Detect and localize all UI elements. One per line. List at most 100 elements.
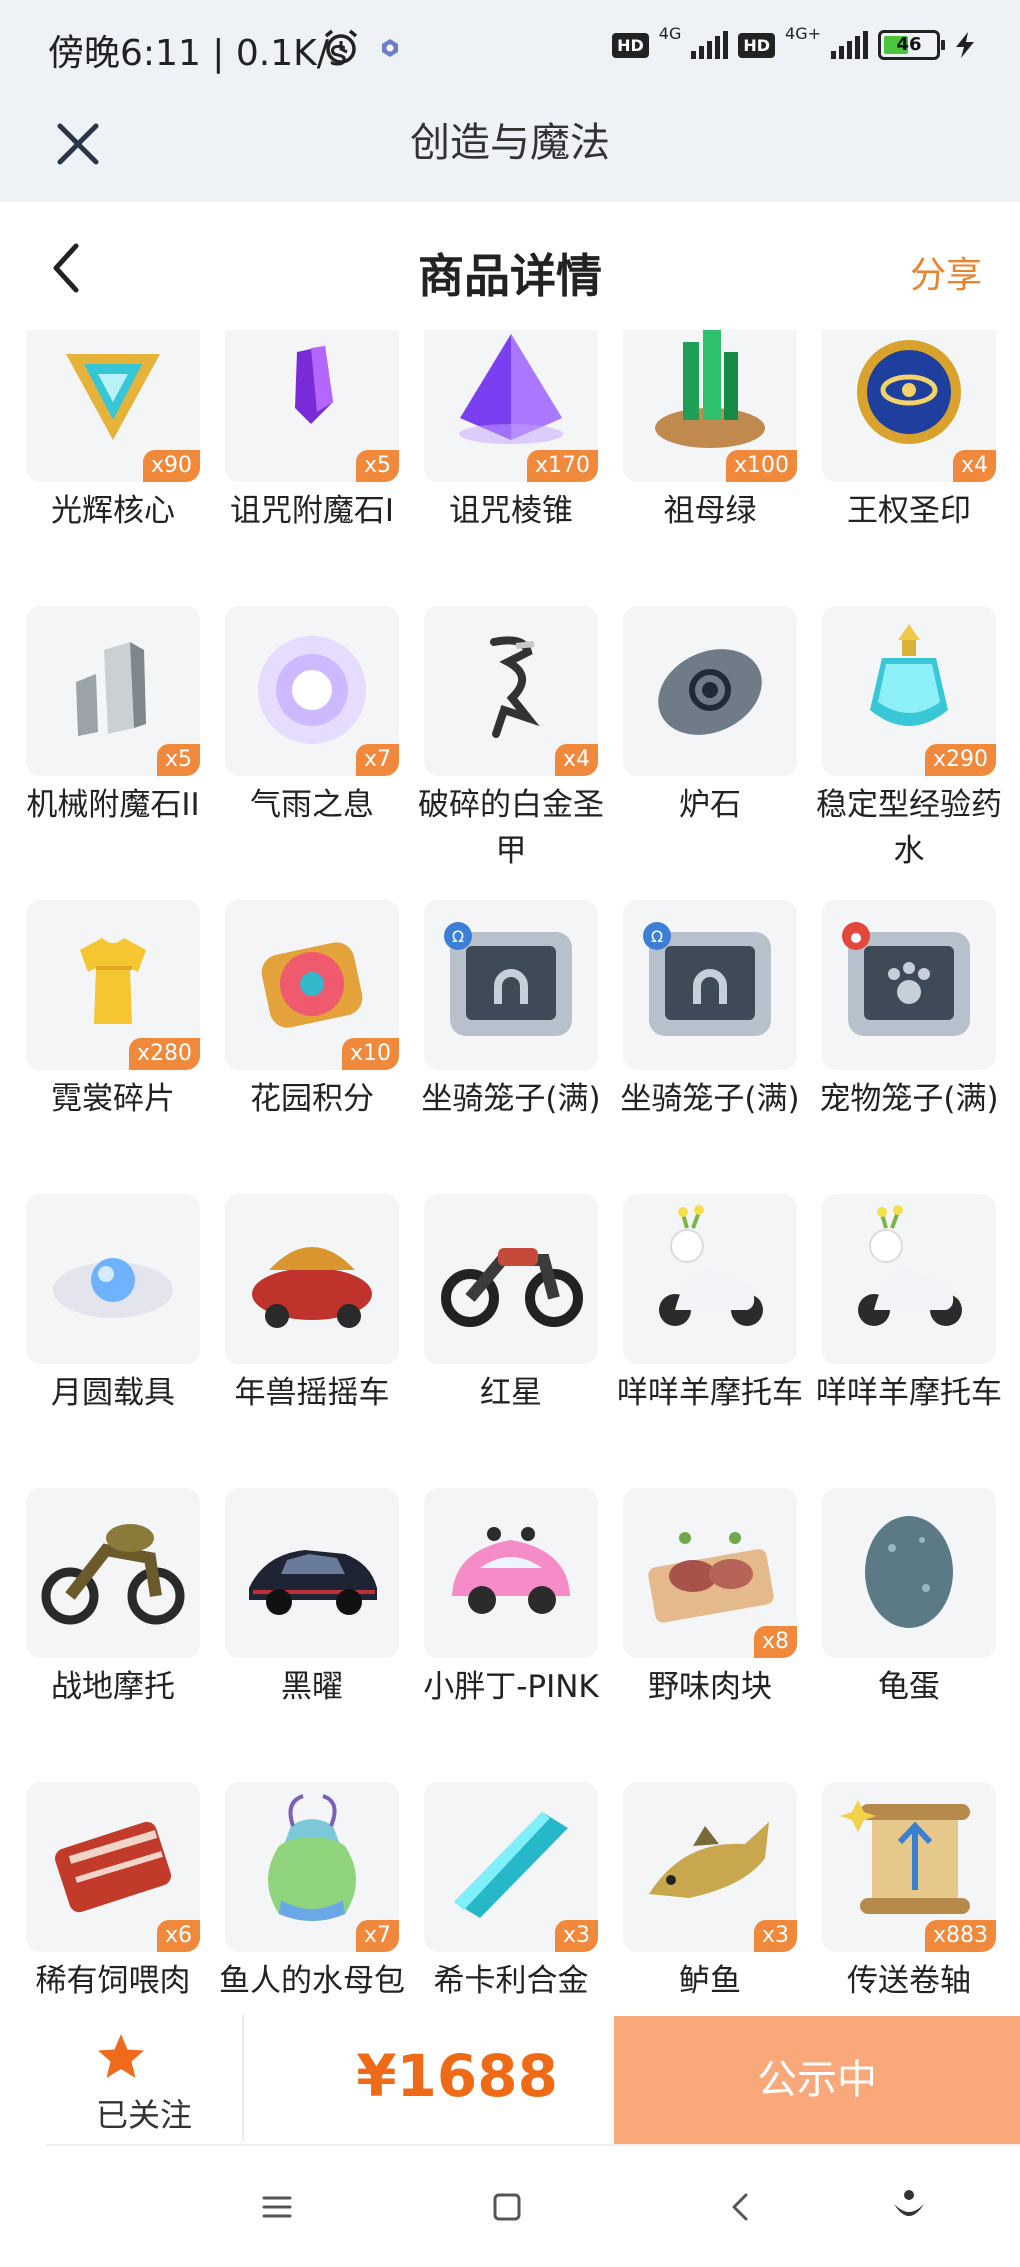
home-square-icon[interactable]	[484, 2184, 530, 2230]
quantity-badge: x883	[924, 1920, 996, 1952]
network-type-2: 4G+	[785, 24, 821, 43]
app-notification-icon	[382, 39, 398, 57]
item-grid-viewport[interactable]: x90 光辉核心 x5 诅咒附魔石I x170 诅咒棱锥 x100 祖母绿 x4 王权圣印 x5 机械…	[0, 330, 1020, 2010]
item-card[interactable]: x3 鲈鱼	[623, 1782, 797, 2010]
item-card[interactable]: 月圆载具	[26, 1194, 200, 1488]
item-card[interactable]: 黑曜	[225, 1488, 399, 1782]
item-card[interactable]: 战地摩托	[26, 1488, 200, 1782]
item-card[interactable]: x8 野味肉块	[623, 1488, 797, 1782]
red-star-motorcycle-icon	[441, 1248, 583, 1327]
item-thumbnail	[26, 1194, 200, 1364]
item-name: 月圆载具	[51, 1375, 175, 1411]
item-name: 年兽摇摇车	[234, 1375, 390, 1411]
item-card[interactable]: x3 希卡利合金	[424, 1782, 598, 2010]
nav-back-icon[interactable]	[718, 2184, 764, 2230]
item-thumbnail: x10	[225, 900, 399, 1070]
menu-icon[interactable]	[254, 2184, 300, 2230]
quantity-badge: x4	[554, 744, 598, 776]
nian-beast-car-icon	[252, 1247, 372, 1328]
quantity-badge: x5	[355, 450, 399, 482]
app-title: 创造与魔法	[410, 120, 610, 166]
public-notice-button[interactable]: 公示中	[614, 2016, 1020, 2144]
item-name: 花园积分	[250, 1081, 374, 1117]
share-button[interactable]: 分享	[910, 246, 982, 298]
item-card[interactable]: 咩咩羊摩托车	[816, 1194, 1002, 1488]
item-name: 龟蛋	[878, 1669, 940, 1705]
item-name: 鲈鱼	[679, 1963, 741, 1999]
mount-cage-icon: Ω	[444, 922, 572, 1036]
quantity-badge: x3	[554, 1920, 598, 1952]
item-name: 希卡利合金	[433, 1963, 589, 1999]
item-card[interactable]: x5 机械附魔石II	[26, 606, 200, 900]
item-name: 诅咒附魔石I	[229, 493, 395, 529]
item-card[interactable]: x100 祖母绿	[623, 330, 797, 606]
item-card[interactable]: 宠物笼子(满)	[819, 900, 999, 1194]
item-card[interactable]: 小胖丁-PINK	[423, 1488, 599, 1782]
item-card[interactable]: x4 破碎的白金圣甲	[418, 606, 604, 900]
follow-label: 已关注	[95, 2096, 192, 2134]
svg-text:Ω: Ω	[651, 927, 663, 946]
quantity-badge: x7	[355, 744, 399, 776]
item-name: 霓裳碎片	[51, 1081, 175, 1117]
item-card[interactable]: x7 气雨之息	[225, 606, 399, 900]
quantity-badge: x4	[952, 450, 996, 482]
item-card[interactable]: x290 稳定型经验药水	[816, 606, 1002, 900]
item-thumbnail	[225, 1194, 399, 1364]
item-card[interactable]: 咩咩羊摩托车	[617, 1194, 803, 1488]
item-name: 鱼人的水母包	[219, 1963, 405, 1999]
item-card[interactable]: Ω 坐骑笼子(满)	[620, 900, 800, 1194]
item-card[interactable]: 龟蛋	[822, 1488, 996, 1782]
app-header: 创造与魔法	[0, 100, 1020, 202]
item-thumbnail	[225, 1488, 399, 1658]
full-moon-vehicle-icon	[53, 1258, 173, 1318]
item-card[interactable]: x7 鱼人的水母包	[219, 1782, 405, 2010]
page-header: 商品详情 分享	[0, 202, 1020, 330]
item-card[interactable]: 炉石	[623, 606, 797, 900]
item-name: 气雨之息	[250, 787, 374, 823]
item-card[interactable]: 红星	[424, 1194, 598, 1488]
item-name: 红星	[480, 1375, 542, 1411]
item-thumbnail: Ω	[424, 900, 598, 1070]
item-thumbnail: x7	[225, 1782, 399, 1952]
item-thumbnail: x100	[623, 330, 797, 482]
item-thumbnail: x5	[225, 330, 399, 482]
item-thumbnail	[822, 1194, 996, 1364]
quantity-badge: x6	[156, 1920, 200, 1952]
item-name: 炉石	[679, 787, 741, 823]
item-thumbnail	[822, 1488, 996, 1658]
quantity-badge: x8	[753, 1626, 797, 1658]
item-thumbnail: Ω	[623, 900, 797, 1070]
item-name: 破碎的白金圣甲	[418, 787, 604, 869]
pet-cage-icon	[842, 922, 970, 1036]
item-card[interactable]: x5 诅咒附魔石I	[225, 330, 399, 606]
battery-level: 46	[896, 34, 922, 55]
item-thumbnail: x3	[623, 1782, 797, 1952]
item-thumbnail: x290	[822, 606, 996, 776]
item-thumbnail	[424, 1488, 598, 1658]
item-card[interactable]: x6 稀有饲喂肉	[26, 1782, 200, 2010]
item-name: 坐骑笼子(满)	[620, 1081, 800, 1117]
quantity-badge: x10	[341, 1038, 399, 1070]
item-card[interactable]: x90 光辉核心	[26, 330, 200, 606]
quantity-badge: x280	[128, 1038, 200, 1070]
item-card[interactable]: x280 霓裳碎片	[26, 900, 200, 1194]
follow-button[interactable]: 已关注	[46, 2010, 242, 2144]
item-thumbnail: x170	[424, 330, 598, 482]
signal-bars-2-icon	[831, 31, 868, 59]
item-thumbnail: x5	[26, 606, 200, 776]
assistant-icon[interactable]	[886, 2184, 932, 2230]
bottom-action-bar: 已关注 ¥1688 公示中	[0, 2010, 1020, 2146]
item-card[interactable]: x883 传送卷轴	[822, 1782, 996, 2010]
item-card[interactable]: x170 诅咒棱锥	[424, 330, 598, 606]
item-name: 稀有饲喂肉	[35, 1963, 191, 1999]
item-thumbnail: x4	[424, 606, 598, 776]
sheep-scooter-icon	[858, 1205, 962, 1326]
item-card[interactable]: x4 王权圣印	[822, 330, 996, 606]
item-name: 战地摩托	[51, 1669, 175, 1705]
item-card[interactable]: x10 花园积分	[225, 900, 399, 1194]
item-card[interactable]: 年兽摇摇车	[225, 1194, 399, 1488]
item-card[interactable]: Ω 坐骑笼子(满)	[421, 900, 601, 1194]
obsidian-car-icon	[249, 1550, 377, 1615]
item-thumbnail	[26, 1488, 200, 1658]
network-type-1: 4G	[658, 24, 682, 43]
